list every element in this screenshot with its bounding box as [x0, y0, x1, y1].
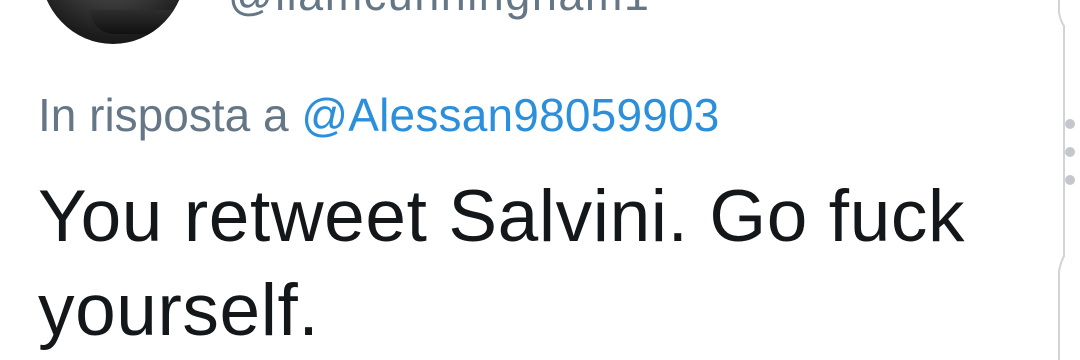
adjacent-card-edge: [1058, 0, 1080, 360]
reply-context: In risposta a @Alessan98059903: [38, 89, 720, 142]
reply-prefix: In risposta a: [38, 89, 302, 141]
author-handle[interactable]: @liamcunningham1: [228, 0, 650, 17]
tweet-text: You retweet Salvini. Go fuck yourself.: [38, 176, 966, 351]
avatar-shadow: [90, 10, 186, 34]
more-vertical-icon[interactable]: [1058, 110, 1080, 190]
reply-mention-link[interactable]: @Alessan98059903: [301, 89, 719, 141]
avatar[interactable]: [40, 0, 186, 44]
